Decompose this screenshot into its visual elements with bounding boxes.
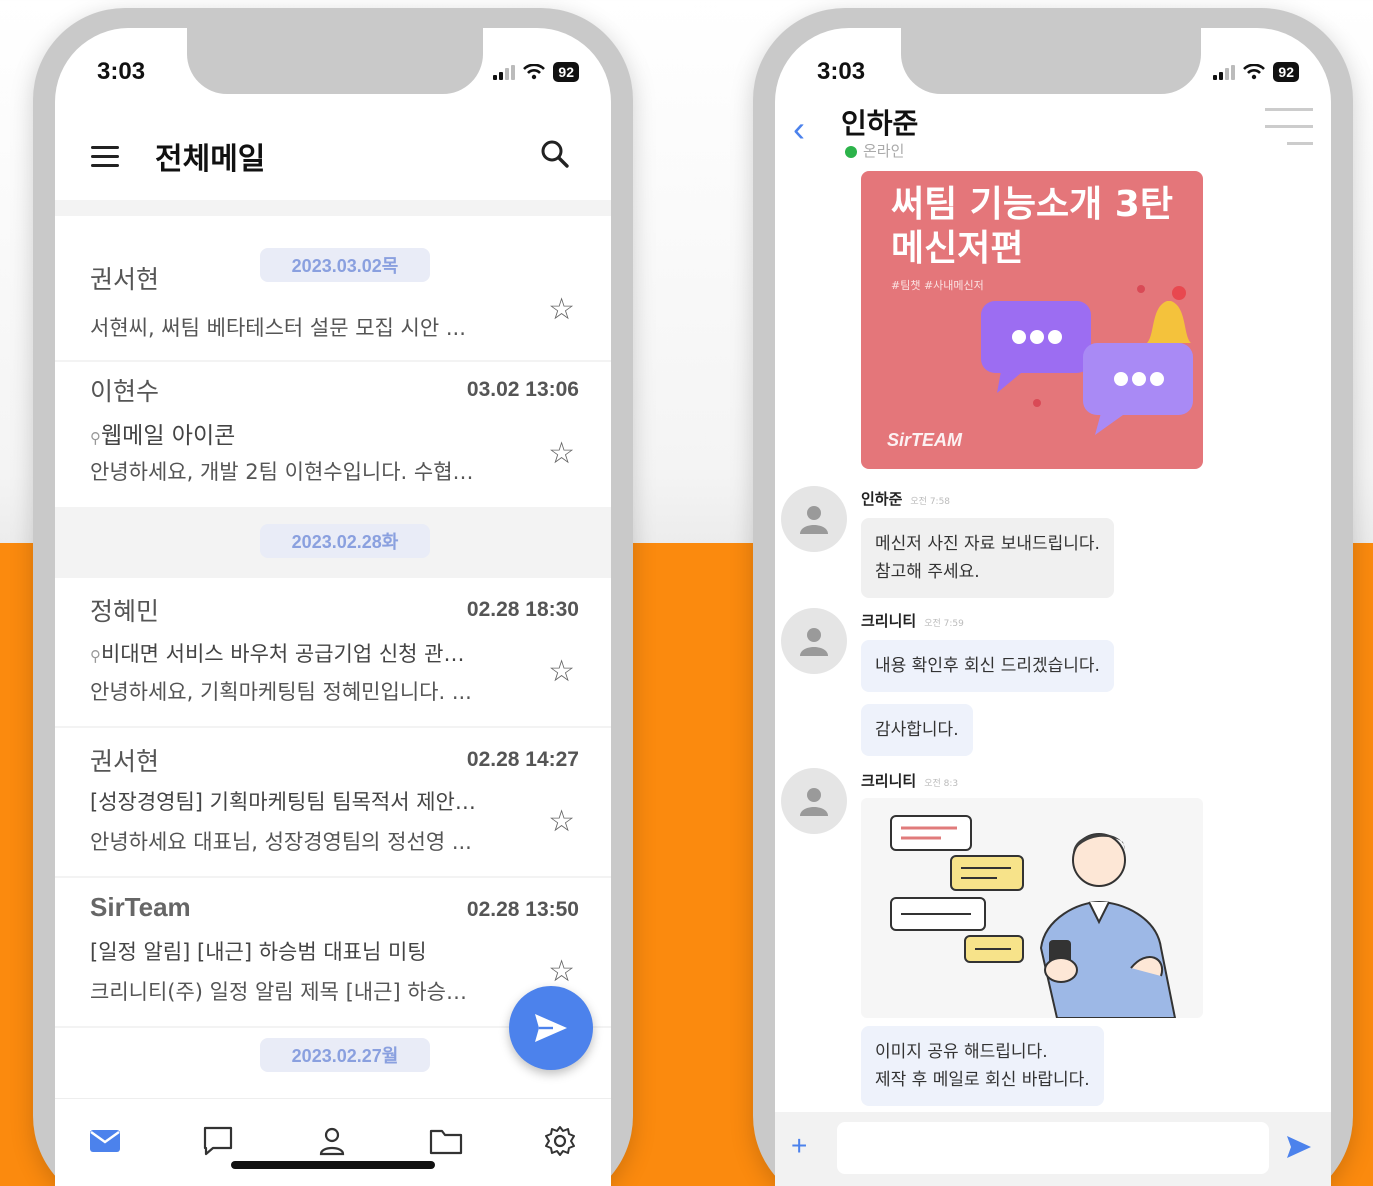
mail-item[interactable]: 2023.03.02목 권서현 서현씨, 써팀 베타테스터 설문 모집 시안 .… [55, 216, 611, 360]
home-indicator [231, 1161, 435, 1169]
search-icon[interactable] [539, 138, 571, 170]
folder-icon [429, 1129, 463, 1155]
battery-indicator: 92 [1273, 62, 1299, 82]
promo-title: 써팀 기능소개 3탄 메신저편 [891, 184, 1173, 269]
message-bubble[interactable]: 메신저 사진 자료 보내드립니다. 참고해 주세요. [861, 518, 1114, 598]
page-title: 전체메일 [155, 142, 266, 177]
presence-label: 온라인 [863, 142, 905, 160]
date-chip: 2023.03.02목 [260, 248, 430, 282]
signal-icon [493, 64, 516, 80]
mail-preview: 안녕하세요, 개발 2팀 이현수입니다. 수협… [90, 460, 474, 484]
chevron-left-icon[interactable]: ‹ [793, 108, 805, 150]
speech-bubbles-illustration [981, 285, 1193, 435]
default-avatar-icon[interactable] [781, 486, 847, 552]
paper-plane-icon [535, 1014, 567, 1042]
star-outline-icon[interactable]: ☆ [548, 436, 575, 471]
mail-sender: SirTeam [90, 892, 191, 922]
star-outline-icon[interactable]: ☆ [548, 804, 575, 839]
message-sender: 크리니티 오전 8:3 [861, 772, 959, 790]
mail-subject: [일정 알림] [내근] 하승범 대표님 미팅 [90, 940, 427, 964]
mail-preview: 안녕하세요, 기획마케팅팀 정혜민입니다. ... [90, 680, 472, 704]
tab-settings[interactable] [540, 1121, 580, 1161]
mail-preview: 서현씨, 써팀 베타테스터 설문 모집 시안 ... [90, 316, 466, 340]
person-icon [319, 1127, 345, 1156]
mail-subject: [성장경영팀] 기획마케팅팀 팀목적서 제안… [90, 790, 476, 814]
mail-screen: 3:03 92 전체메일 2023.03.02목 권서현 서현씨, 써팀 베타테… [55, 28, 611, 1186]
mail-header: 전체메일 [55, 128, 611, 188]
tab-chat[interactable] [198, 1121, 238, 1161]
mail-time: 02.28 18:30 [466, 598, 579, 621]
chat-menu-icon[interactable] [1265, 108, 1313, 159]
star-outline-icon[interactable]: ☆ [548, 654, 575, 689]
message-sender: 크리니티 오전 7:59 [861, 612, 964, 630]
chat-screen: 3:03 92 ‹ 인하준 온라인 써팀 기능소개 3탄 메신저편 #팀챗 #사… [775, 28, 1331, 1186]
message-input[interactable] [837, 1122, 1269, 1174]
status-time: 3:03 [97, 58, 146, 85]
mail-item[interactable]: 권서현 02.28 14:27 [성장경영팀] 기획마케팅팀 팀목적서 제안… … [55, 728, 611, 876]
promo-logo: SirTEAM [887, 430, 963, 450]
wifi-icon [523, 64, 546, 80]
attachment-icon: ⚲ [90, 429, 101, 447]
mail-sender: 정혜민 [90, 597, 160, 626]
message-bubble[interactable]: 이미지 공유 해드립니다. 제작 후 메일로 회신 바랍니다. [861, 1026, 1104, 1106]
mail-icon [90, 1130, 120, 1152]
hamburger-menu-icon[interactable] [91, 146, 119, 173]
mail-item[interactable]: 정혜민 02.28 18:30 ⚲비대면 서비스 바우처 공급기업 신청 관… … [55, 578, 611, 726]
plus-icon[interactable]: + [791, 1130, 807, 1162]
mail-subject: ⚲비대면 서비스 바우처 공급기업 신청 관… [90, 642, 465, 666]
mail-sender: 권서현 [90, 747, 160, 776]
star-outline-icon[interactable]: ☆ [548, 292, 575, 327]
phone-mail: 3:03 92 전체메일 2023.03.02목 권서현 서현씨, 써팀 베타테… [33, 8, 633, 1186]
attachment-icon: ⚲ [90, 647, 101, 665]
message-input-bar: + [775, 1112, 1331, 1186]
mail-time: 02.28 13:50 [466, 898, 579, 921]
chat-partner-name: 인하준 [841, 107, 919, 140]
online-status-dot [845, 146, 857, 158]
mail-sender: 이현수 [90, 377, 160, 406]
mail-preview: 안녕하세요 대표님, 성장경영팀의 정선영 ... [90, 830, 472, 854]
mail-time: 03.02 13:06 [466, 378, 579, 401]
mail-item[interactable]: 이현수 03.02 13:06 ⚲웹메일 아이콘 안녕하세요, 개발 2팀 이현… [55, 362, 611, 507]
notch [901, 28, 1201, 94]
date-chip: 2023.02.27월 [260, 1038, 430, 1072]
battery-indicator: 92 [553, 62, 579, 82]
status-time: 3:03 [817, 58, 866, 85]
default-avatar-icon[interactable] [781, 768, 847, 834]
tab-files[interactable] [426, 1121, 466, 1161]
compose-button[interactable] [509, 986, 593, 1070]
status-indicators: 92 [493, 62, 579, 82]
chat-icon [203, 1126, 233, 1156]
message-sender: 인하준 오전 7:58 [861, 490, 951, 508]
status-indicators: 92 [1213, 62, 1299, 82]
mail-time: 02.28 14:27 [466, 748, 579, 771]
default-avatar-icon[interactable] [781, 608, 847, 674]
message-bubble[interactable]: 감사합니다. [861, 704, 973, 756]
tab-contacts[interactable] [312, 1121, 352, 1161]
send-icon[interactable] [1285, 1134, 1313, 1160]
wifi-icon [1243, 64, 1266, 80]
gear-icon [545, 1126, 575, 1156]
phone-chat: 3:03 92 ‹ 인하준 온라인 써팀 기능소개 3탄 메신저편 #팀챗 #사… [753, 8, 1353, 1186]
message-bubble[interactable]: 내용 확인후 회신 드리겠습니다. [861, 640, 1114, 692]
signal-icon [1213, 64, 1236, 80]
bottom-tab-bar [55, 1098, 611, 1186]
notch [187, 28, 483, 94]
mail-sender: 권서현 [90, 265, 160, 294]
promo-tags: #팀챗 #사내메신저 [891, 279, 984, 292]
shared-illustration-image[interactable] [861, 798, 1203, 1018]
mail-preview: 크리니티(주) 일정 알림 제목 [내근] 하승… [90, 980, 467, 1004]
promo-image[interactable]: 써팀 기능소개 3탄 메신저편 #팀챗 #사내메신저 SirTEAM [861, 171, 1203, 469]
mail-subject: ⚲웹메일 아이콘 [90, 423, 236, 449]
date-chip: 2023.02.28화 [260, 524, 430, 558]
mail-list: 2023.03.02목 권서현 서현씨, 써팀 베타테스터 설문 모집 시안 .… [55, 200, 611, 1088]
tab-mail[interactable] [85, 1121, 125, 1161]
star-outline-icon[interactable]: ☆ [548, 954, 575, 989]
